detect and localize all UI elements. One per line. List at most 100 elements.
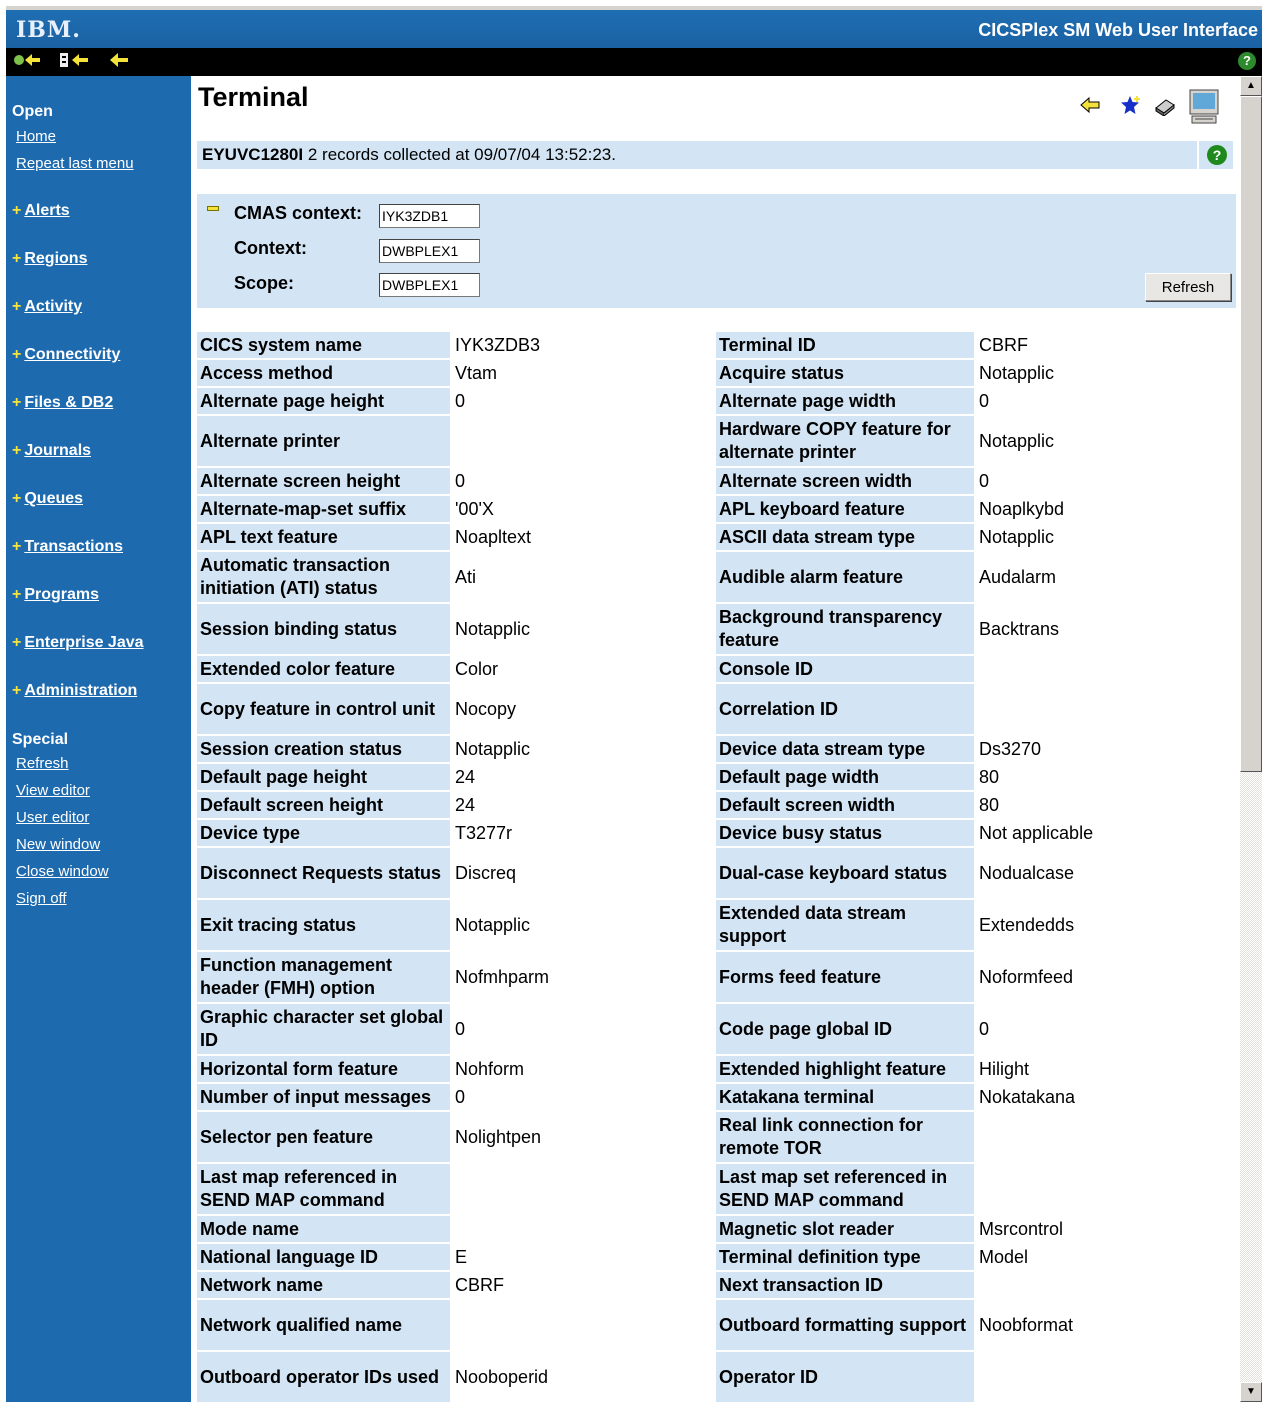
- attribute-value: Msrcontrol: [976, 1216, 1236, 1242]
- attribute-label: Horizontal form feature: [197, 1056, 450, 1082]
- refresh-button[interactable]: Refresh: [1145, 273, 1231, 301]
- scope-input[interactable]: [379, 273, 480, 297]
- attribute-label: Console ID: [716, 656, 974, 682]
- attribute-value: 24: [452, 792, 712, 818]
- sidebar-item-enterprise-java[interactable]: + Enterprise Java: [12, 634, 144, 652]
- sidebar-item-alerts[interactable]: + Alerts: [12, 202, 70, 220]
- attribute-value: [452, 1300, 712, 1350]
- back-icon[interactable]: [108, 50, 130, 75]
- scroll-down-arrow-icon[interactable]: ▼: [1240, 1382, 1262, 1402]
- attribute-value: Nooboperid: [452, 1352, 712, 1402]
- attribute-value: Audalarm: [976, 552, 1236, 602]
- table-row: Alternate screen height 0 Alternate screen…: [197, 468, 1236, 496]
- back-arrow-icon[interactable]: [1079, 96, 1101, 120]
- sidebar-item-queues[interactable]: + Queues: [12, 490, 83, 508]
- attribute-value: [976, 1272, 1236, 1298]
- table-row: Horizontal form feature Nohform Extended h…: [197, 1056, 1236, 1084]
- attribute-label: Exit tracing status: [197, 900, 450, 950]
- attribute-value: 0: [452, 1084, 712, 1110]
- table-row: Function management header (FMH) option N…: [197, 952, 1236, 1004]
- sidebar-item-activity[interactable]: + Activity: [12, 298, 82, 316]
- attribute-value: [976, 1352, 1236, 1402]
- sidebar-link-close-window[interactable]: Close window: [16, 863, 109, 880]
- scroll-up-arrow-icon[interactable]: ▲: [1240, 76, 1262, 96]
- sidebar-link-new-window[interactable]: New window: [16, 836, 100, 853]
- attribute-label: Audible alarm feature: [716, 552, 974, 602]
- attribute-value: Nofmhparm: [452, 952, 712, 1002]
- context-input[interactable]: [379, 239, 480, 263]
- sidebar-item-administration[interactable]: + Administration: [12, 682, 137, 700]
- attribute-label: APL keyboard feature: [716, 496, 974, 522]
- attribute-value: [976, 656, 1236, 682]
- expand-plus-icon: +: [12, 346, 22, 363]
- table-row: Network name CBRF Next transaction ID: [197, 1272, 1236, 1300]
- scrollbar-thumb[interactable]: [1240, 96, 1262, 772]
- sidebar-link-user-editor[interactable]: User editor: [16, 809, 89, 826]
- sidebar-item-regions[interactable]: + Regions: [12, 250, 87, 268]
- table-row: Session creation status Notapplic Device d…: [197, 736, 1236, 764]
- expand-plus-icon: +: [12, 250, 22, 267]
- attribute-value: CBRF: [976, 332, 1236, 358]
- sidebar-item-files-db2[interactable]: + Files & DB2: [12, 394, 113, 412]
- sidebar-link-view-editor[interactable]: View editor: [16, 782, 90, 799]
- attribute-label: Copy feature in control unit: [197, 684, 450, 734]
- print-icon[interactable]: [1153, 96, 1177, 122]
- attribute-label: Alternate page width: [716, 388, 974, 414]
- attribute-value: Nodualcase: [976, 848, 1236, 898]
- table-row: Automatic transaction initiation (ATI) s…: [197, 552, 1236, 604]
- sidebar-link-repeat-last-menu[interactable]: Repeat last menu: [16, 155, 134, 172]
- attribute-label: Session binding status: [197, 604, 450, 654]
- computer-monitor-icon[interactable]: [1187, 88, 1221, 132]
- sidebar-item-transactions[interactable]: + Transactions: [12, 538, 123, 556]
- attribute-label: CICS system name: [197, 332, 450, 358]
- sidebar-link-refresh[interactable]: Refresh: [16, 755, 69, 772]
- back-menu-icon[interactable]: [58, 50, 90, 75]
- collapse-minus-icon[interactable]: [207, 206, 219, 211]
- cmas-context-label: CMAS context:: [234, 203, 363, 223]
- table-row: Session binding status Notapplic Backgroun…: [197, 604, 1236, 656]
- expand-plus-icon: +: [12, 586, 22, 603]
- attribute-label: National language ID: [197, 1244, 450, 1270]
- attribute-value: 80: [976, 792, 1236, 818]
- attribute-label: Last map set referenced in SEND MAP comm…: [716, 1164, 974, 1214]
- sidebar-item-label: Queues: [24, 490, 84, 507]
- message-help-icon[interactable]: ?: [1207, 145, 1227, 165]
- status-message: EYUVC1280I 2 records collected at 09/07/…: [197, 141, 1197, 169]
- attribute-label: Disconnect Requests status: [197, 848, 450, 898]
- attribute-value: Notapplic: [976, 416, 1236, 466]
- help-icon[interactable]: ?: [1238, 52, 1256, 70]
- attribute-value: 0: [976, 468, 1236, 494]
- expand-plus-icon: +: [12, 298, 22, 315]
- attribute-value: Noformfeed: [976, 952, 1236, 1002]
- context-label: Context:: [234, 238, 307, 258]
- add-favorite-star-icon[interactable]: [1119, 94, 1143, 122]
- sidebar-item-programs[interactable]: + Programs: [12, 586, 99, 604]
- sidebar-link-sign-off[interactable]: Sign off: [16, 890, 67, 907]
- cmas-context-input[interactable]: [379, 204, 480, 228]
- sidebar-item-connectivity[interactable]: + Connectivity: [12, 346, 120, 364]
- attribute-value: Notapplic: [452, 604, 712, 654]
- message-id: EYUVC1280I: [202, 145, 304, 164]
- back-home-icon[interactable]: [12, 50, 42, 75]
- table-row: Alternate-map-set suffix '00'X APL keyboar…: [197, 496, 1236, 524]
- sidebar-item-label: Administration: [24, 682, 138, 699]
- sidebar-item-label: Regions: [24, 250, 88, 267]
- expand-plus-icon: +: [12, 202, 22, 219]
- attribute-label: Number of input messages: [197, 1084, 450, 1110]
- attribute-label: Extended data stream support: [716, 900, 974, 950]
- sidebar-item-journals[interactable]: + Journals: [12, 442, 91, 460]
- attribute-label: Default screen width: [716, 792, 974, 818]
- attribute-label: Alternate-map-set suffix: [197, 496, 450, 522]
- attribute-label: Last map referenced in SEND MAP command: [197, 1164, 450, 1214]
- table-row: Disconnect Requests status Discreq Dual-ca…: [197, 848, 1236, 900]
- sidebar-link-home[interactable]: Home: [16, 128, 56, 145]
- attribute-value: Ds3270: [976, 736, 1236, 762]
- right-margin: [1262, 0, 1268, 1402]
- table-row: Number of input messages 0 Katakana termin…: [197, 1084, 1236, 1112]
- message-text: 2 records collected at 09/07/04 13:52:23…: [307, 145, 616, 164]
- vertical-scrollbar[interactable]: ▲ ▼: [1240, 76, 1262, 1402]
- expand-plus-icon: +: [12, 682, 22, 699]
- attribute-label: Forms feed feature: [716, 952, 974, 1002]
- expand-plus-icon: +: [12, 394, 22, 411]
- attribute-value: 0: [452, 468, 712, 494]
